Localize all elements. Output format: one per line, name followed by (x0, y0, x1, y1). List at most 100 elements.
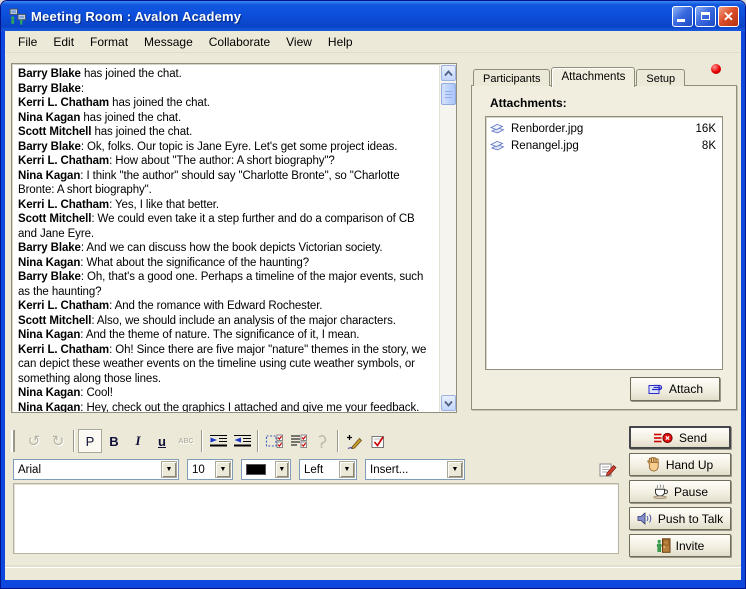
dropdown-arrow-icon[interactable]: ▼ (215, 461, 231, 478)
chat-text: : And we can discuss how the book depict… (81, 242, 383, 254)
window-title: Meeting Room : Avalon Academy (31, 9, 672, 24)
font-effects-button[interactable]: ABC (174, 429, 198, 453)
edit-note-button[interactable] (599, 461, 617, 478)
push-to-talk-button[interactable]: Push to Talk (629, 507, 731, 530)
chat-author: Scott Mitchell (18, 315, 91, 327)
insert-select[interactable]: Insert... ▼ (365, 459, 465, 480)
invite-button[interactable]: Invite (629, 534, 731, 557)
scroll-thumb[interactable] (441, 83, 456, 105)
pause-label: Pause (674, 485, 708, 499)
bold-icon: B (109, 434, 118, 449)
chat-text: : (81, 83, 84, 95)
font-size-select[interactable]: 10 ▼ (187, 459, 233, 480)
attachment-size: 8K (702, 140, 716, 152)
annotate-button[interactable] (342, 429, 366, 453)
tab-participants[interactable]: Participants (473, 69, 550, 86)
chat-author: Scott Mitchell (18, 126, 91, 138)
send-button[interactable]: Send (629, 426, 731, 449)
attachments-list[interactable]: Renborder.jpg 16K Renangel.jpg 8K (485, 116, 723, 370)
indent-decrease-button[interactable] (230, 429, 254, 453)
italic-icon: I (135, 433, 140, 449)
menu-item-format[interactable]: Format (82, 33, 136, 51)
menu-item-message[interactable]: Message (136, 33, 201, 51)
dropdown-arrow-icon[interactable]: ▼ (339, 461, 355, 478)
underline-button[interactable]: u (150, 429, 174, 453)
chat-line: Nina Kagan: Cool! (18, 386, 435, 401)
chat-transcript: Barry Blake has joined the chat. Barry B… (11, 63, 457, 413)
chat-author: Nina Kagan (18, 112, 80, 124)
attachments-label: Attachments: (490, 96, 567, 110)
menu-item-file[interactable]: File (10, 33, 45, 51)
attachment-name: Renborder.jpg (511, 123, 696, 135)
indent-increase-icon (209, 434, 228, 448)
format-options-row: Arial ▼ 10 ▼ ▼ Left ▼ Insert... ▼ (13, 459, 621, 480)
indent-increase-button[interactable] (206, 429, 230, 453)
check-message-button[interactable] (366, 429, 390, 453)
dropdown-arrow-icon[interactable]: ▼ (447, 461, 463, 478)
hand-up-label: Hand Up (666, 458, 713, 472)
message-input[interactable] (13, 483, 619, 554)
lines-check-icon (289, 433, 308, 449)
tab-attachments[interactable]: Attachments (551, 67, 635, 87)
insert-value: Insert... (366, 464, 446, 476)
mark-clear-button[interactable] (310, 429, 334, 453)
font-family-select[interactable]: Arial ▼ (13, 459, 179, 480)
toolbar-separator (257, 430, 259, 452)
pen-add-icon (346, 434, 363, 449)
titlebar: Meeting Room : Avalon Academy ✕ (1, 1, 745, 31)
attachment-row[interactable]: Renangel.jpg 8K (488, 137, 720, 154)
mark-selection-button[interactable] (262, 429, 286, 453)
chat-scrollbar (439, 64, 456, 412)
chevron-down-icon (444, 400, 453, 407)
bold-button[interactable]: B (102, 429, 126, 453)
dropdown-arrow-icon[interactable]: ▼ (161, 461, 177, 478)
paperclip-icon (647, 383, 664, 396)
toolbar-grip[interactable] (11, 430, 18, 452)
attachment-row[interactable]: Renborder.jpg 16K (488, 120, 720, 137)
undo-button[interactable]: ↺ (22, 429, 46, 453)
font-effects-icon: ABC (178, 438, 193, 445)
alignment-select[interactable]: Left ▼ (299, 459, 357, 480)
menu-item-help[interactable]: Help (320, 33, 361, 51)
statusbar (5, 567, 741, 580)
chat-text: : How about "The author: A short biograp… (109, 155, 335, 167)
close-button[interactable]: ✕ (718, 6, 739, 27)
mark-lines-button[interactable] (286, 429, 310, 453)
scroll-up-button[interactable] (441, 65, 456, 81)
paragraph-style-button[interactable]: P (78, 429, 102, 453)
attach-button-label: Attach (669, 382, 703, 396)
chat-line: Scott Mitchell: Also, we should include … (18, 314, 435, 329)
redo-button[interactable]: ↻ (46, 429, 70, 453)
chat-text: has joined the chat. (80, 112, 181, 124)
font-color-select[interactable]: ▼ (241, 459, 291, 480)
pause-button[interactable]: Pause (629, 480, 731, 503)
color-swatch (246, 464, 266, 475)
minimize-button[interactable] (672, 6, 693, 27)
chat-text: has joined the chat. (81, 68, 182, 80)
tab-setup[interactable]: Setup (636, 69, 685, 86)
chat-text: : And the theme of nature. The significa… (80, 329, 359, 341)
menu-item-collaborate[interactable]: Collaborate (201, 33, 278, 51)
maximize-icon (701, 12, 710, 20)
hand-up-button[interactable]: Hand Up (629, 453, 731, 476)
toolbar-separator (337, 430, 339, 452)
alignment-value: Left (300, 464, 338, 476)
scroll-down-button[interactable] (441, 395, 456, 411)
minimize-icon (677, 19, 685, 22)
chat-line: Kerri L. Chatham: How about "The author:… (18, 154, 435, 169)
attach-button[interactable]: Attach (630, 377, 720, 401)
menu-item-edit[interactable]: Edit (45, 33, 82, 51)
chat-text: : Yes, I like that better. (109, 199, 219, 211)
selection-check-icon (265, 433, 284, 449)
invite-label: Invite (676, 539, 705, 553)
maximize-button[interactable] (695, 6, 716, 27)
menu-item-view[interactable]: View (278, 33, 320, 51)
app-icon (9, 8, 26, 25)
dropdown-arrow-icon[interactable]: ▼ (275, 461, 289, 478)
italic-button[interactable]: I (126, 429, 150, 453)
chat-line: Kerri L. Chatham: And the romance with E… (18, 299, 435, 314)
chat-author: Nina Kagan (18, 170, 80, 182)
chat-line: Barry Blake: (18, 82, 435, 97)
panel-tabs: Participants Attachments Setup (473, 66, 686, 85)
chat-text: has joined the chat. (109, 97, 210, 109)
